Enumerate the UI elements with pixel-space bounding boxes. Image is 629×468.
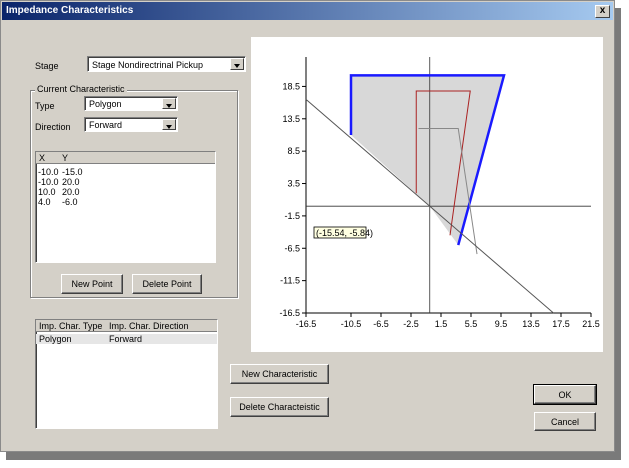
x-tick-label: -2.5 <box>403 319 419 329</box>
type-select-value: Polygon <box>89 99 122 109</box>
x-tick-label: 9.5 <box>495 319 508 329</box>
cell-y: -15.0 <box>62 167 83 177</box>
cell-x: 4.0 <box>38 197 51 207</box>
y-tick-label: -11.5 <box>280 276 300 286</box>
y-tick-label: 8.5 <box>287 146 300 156</box>
table-row[interactable]: 10.0 20.0 <box>36 187 215 197</box>
ok-button[interactable]: OK <box>533 384 597 405</box>
characteristics-table[interactable]: Imp. Char. Type Imp. Char. Direction Pol… <box>35 319 218 429</box>
delete-characteristic-label: Delete Characteistic <box>239 402 320 412</box>
x-tick-label: 13.5 <box>522 319 540 329</box>
cell-x: 10.0 <box>38 187 56 197</box>
direction-select[interactable]: Forward <box>84 117 178 132</box>
new-point-label: New Point <box>71 279 113 289</box>
dialog-window: Impedance Characteristics x Stage Stage … <box>0 0 615 452</box>
cell-type: Polygon <box>39 334 72 344</box>
current-characteristic-label: Current Characteristic <box>35 84 127 94</box>
x-tick-label: -10.5 <box>341 319 362 329</box>
x-tick-label: -16.5 <box>296 319 317 329</box>
direction-select-value: Forward <box>89 120 123 130</box>
type-select[interactable]: Polygon <box>84 96 178 111</box>
y-tick-label: 18.5 <box>282 81 300 91</box>
y-tick-label: -6.5 <box>284 243 300 253</box>
points-table-header: X Y <box>36 152 215 164</box>
new-characteristic-button[interactable]: New Characteristic <box>230 364 329 384</box>
table-row[interactable]: Polygon Forward <box>36 334 217 344</box>
table-row[interactable]: 4.0 -6.0 <box>36 197 215 207</box>
new-characteristic-label: New Characteristic <box>241 369 318 379</box>
column-header-direction[interactable]: Imp. Char. Direction <box>109 321 189 331</box>
cancel-label: Cancel <box>550 417 579 427</box>
direction-label: Direction <box>35 122 71 132</box>
new-point-button[interactable]: New Point <box>61 274 123 294</box>
delete-characteristic-button[interactable]: Delete Characteistic <box>230 397 329 417</box>
y-tick-label: 13.5 <box>282 114 300 124</box>
close-button[interactable]: x <box>595 5 610 18</box>
window-title: Impedance Characteristics <box>6 5 134 16</box>
x-tick-label: 17.5 <box>552 319 570 329</box>
characteristics-table-header: Imp. Char. Type Imp. Char. Direction <box>36 320 217 332</box>
x-tick-label: 1.5 <box>435 319 448 329</box>
y-tick-label: -16.5 <box>279 308 300 318</box>
cell-y: -6.0 <box>62 197 78 207</box>
chevron-down-icon[interactable] <box>162 98 176 109</box>
table-row[interactable]: -10.0 -15.0 <box>36 167 215 177</box>
column-header-type[interactable]: Imp. Char. Type <box>39 321 102 331</box>
cell-y: 20.0 <box>62 177 80 187</box>
type-label: Type <box>35 101 55 111</box>
impedance-plot[interactable]: -16.5 -10.5 -6.5 -2.5 1.5 5.5 9.5 13.5 17.5 21.5 1… <box>251 37 603 352</box>
y-tick-label: 3.5 <box>287 179 300 189</box>
chevron-down-icon[interactable] <box>230 58 244 70</box>
cell-x: -10.0 <box>38 177 59 187</box>
impedance-chart[interactable]: -16.5 -10.5 -6.5 -2.5 1.5 5.5 9.5 13.5 17.5 21.5 1… <box>251 37 603 352</box>
delete-point-label: Delete Point <box>142 279 192 289</box>
ok-label: OK <box>558 390 572 400</box>
column-header-x[interactable]: X <box>39 153 45 163</box>
stage-select[interactable]: Stage Nondirectrinal Pickup <box>87 56 246 72</box>
stage-select-value: Stage Nondirectrinal Pickup <box>92 60 204 70</box>
y-tick-label: -1.5 <box>284 211 300 221</box>
column-header-y[interactable]: Y <box>62 153 68 163</box>
stage-label: Stage <box>35 61 59 71</box>
delete-point-button[interactable]: Delete Point <box>132 274 202 294</box>
x-tick-label: 21.5 <box>582 319 600 329</box>
cancel-button[interactable]: Cancel <box>534 412 596 431</box>
title-bar[interactable]: Impedance Characteristics x <box>2 2 613 20</box>
chevron-down-icon[interactable] <box>162 119 176 130</box>
cell-y: 20.0 <box>62 187 80 197</box>
cell-direction: Forward <box>109 334 143 344</box>
points-table[interactable]: X Y -10.0 -15.0 -10.0 20.0 10.0 20.0 4.0… <box>35 151 216 263</box>
x-tick-label: 5.5 <box>465 319 478 329</box>
x-tick-label: -6.5 <box>373 319 389 329</box>
table-row[interactable]: -10.0 20.0 <box>36 177 215 187</box>
cell-x: -10.0 <box>38 167 59 177</box>
coordinate-readout: (-15.54, -5.84) <box>316 228 373 238</box>
